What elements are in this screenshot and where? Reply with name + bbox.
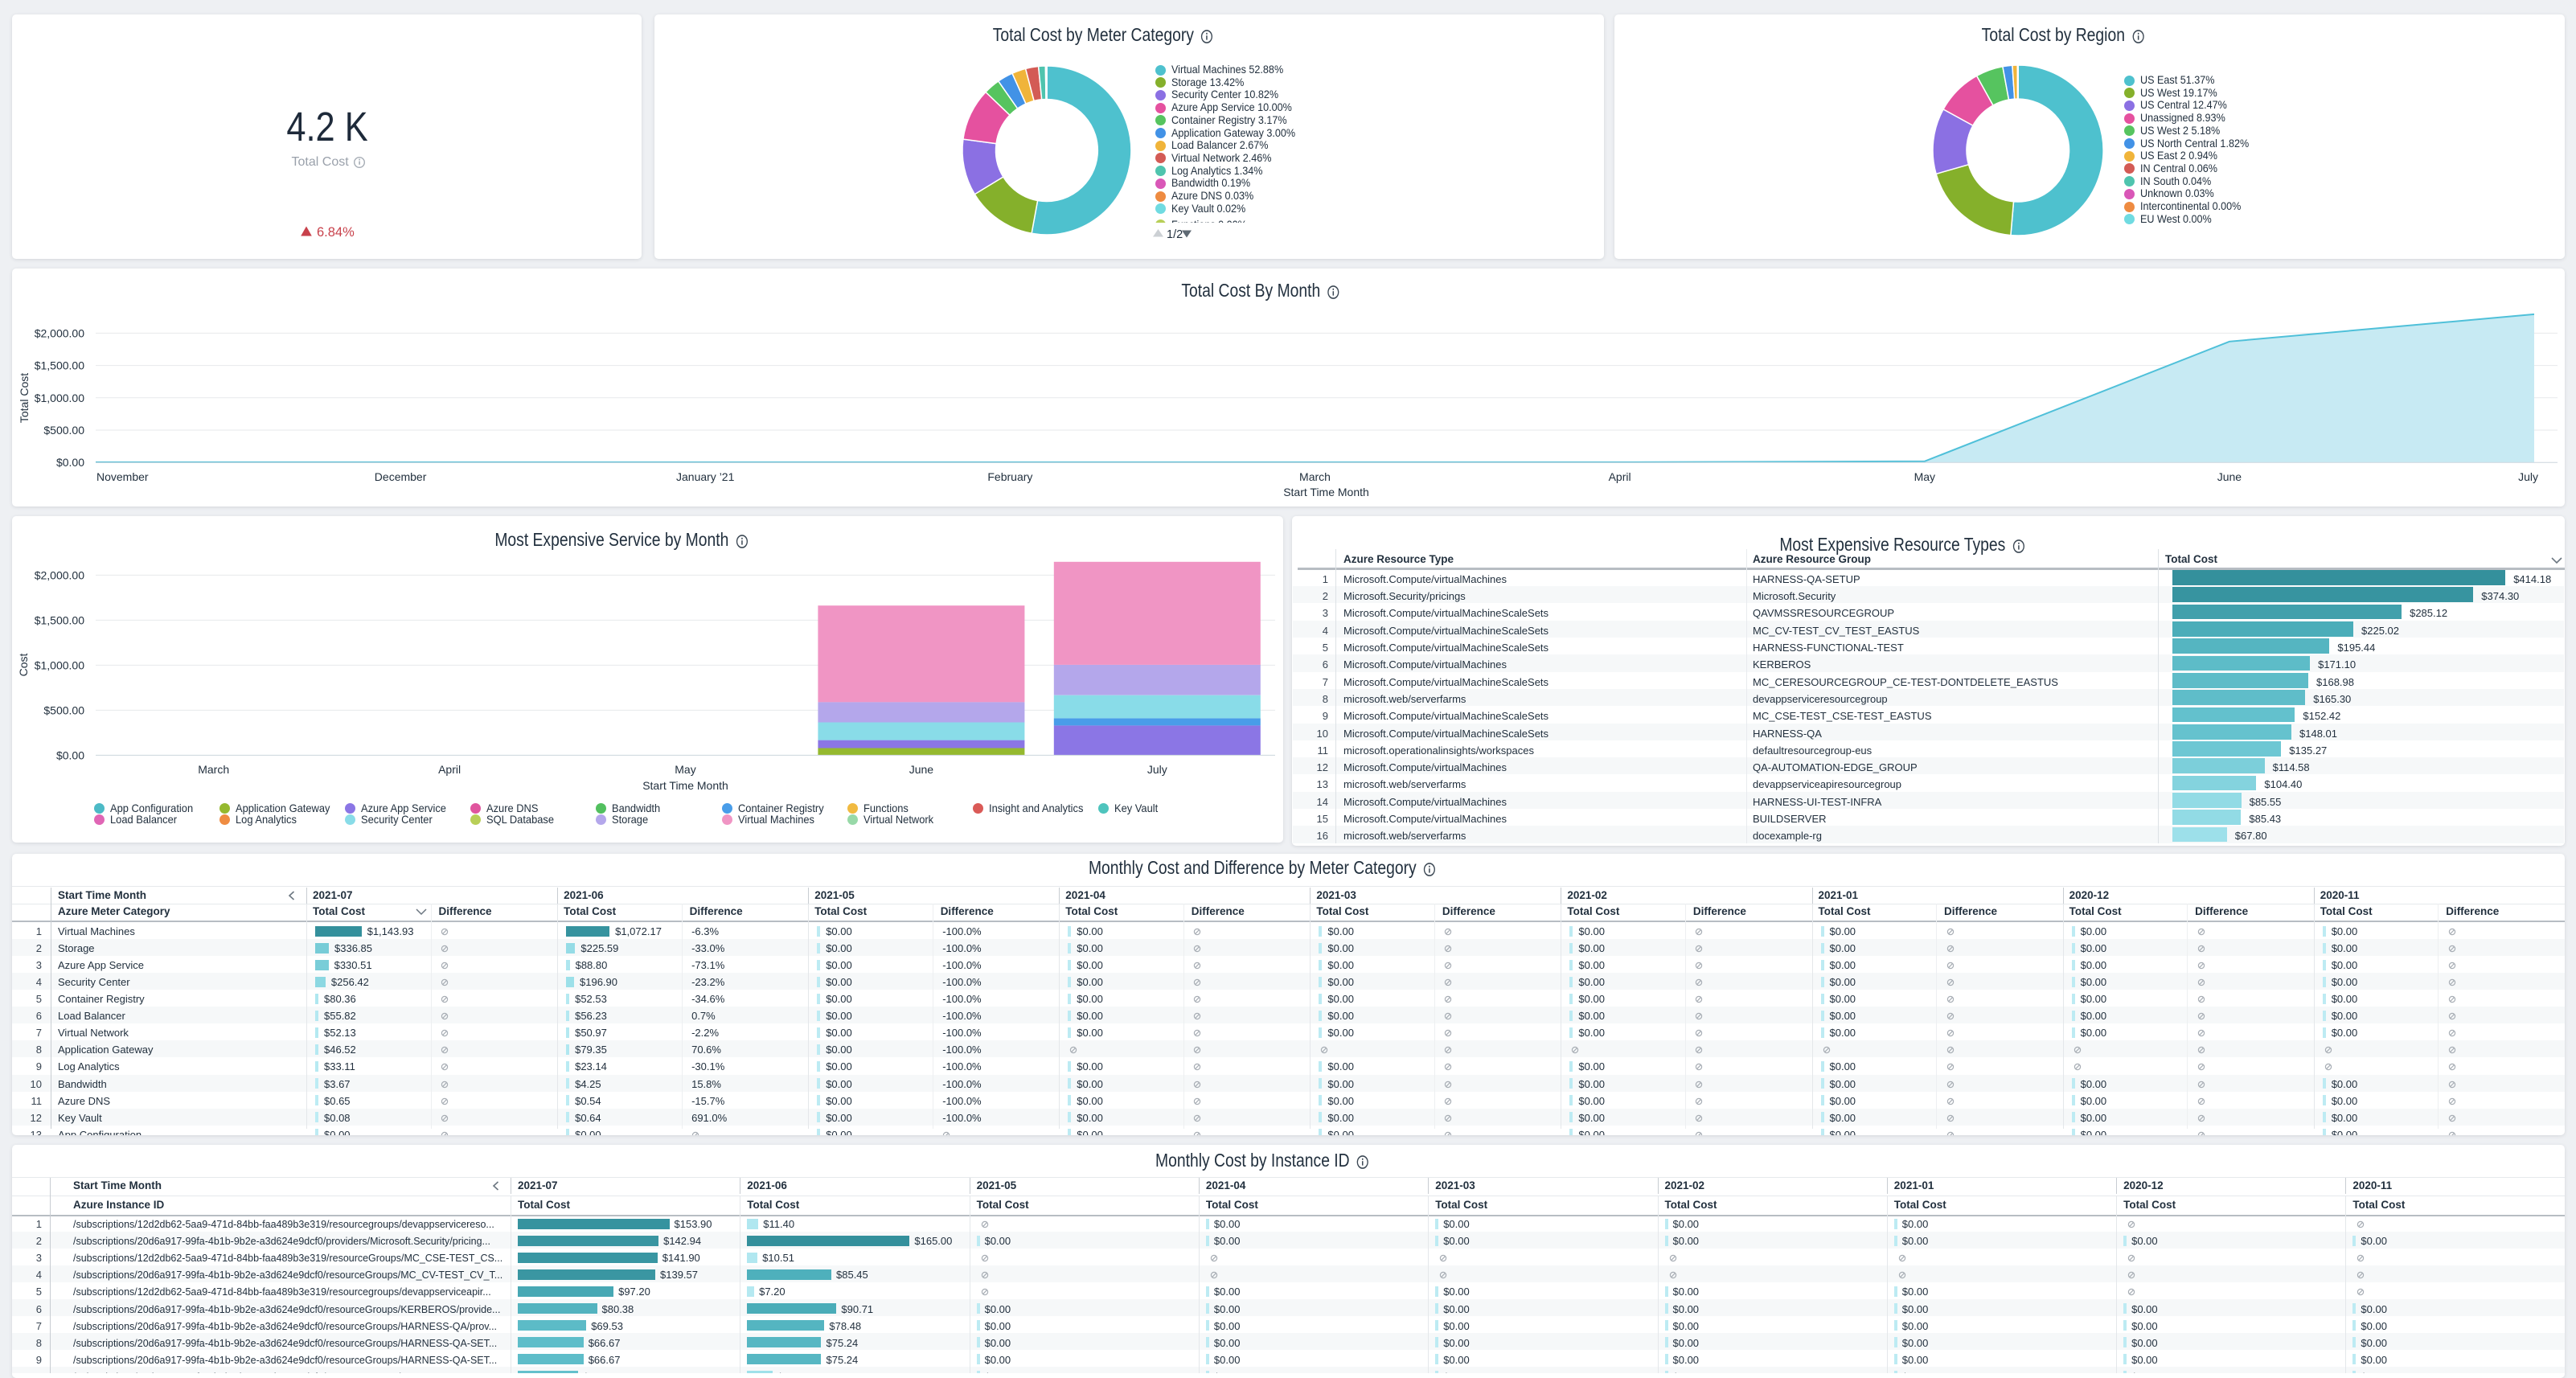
svg-text:Start Time Month: Start Time Month [1283,486,1369,498]
svg-text:November: November [96,470,149,483]
svg-text:$1,500.00: $1,500.00 [35,359,84,372]
svg-text:$0.00: $0.00 [56,456,84,469]
svg-text:Cost: Cost [17,654,30,677]
svg-text:$1,000.00: $1,000.00 [35,658,84,671]
svg-text:December: December [375,470,427,483]
svg-text:$2,000.00: $2,000.00 [35,568,84,581]
svg-text:June: June [2217,470,2242,483]
svg-text:$1,500.00: $1,500.00 [35,613,84,626]
svg-text:January ’21: January ’21 [676,470,735,483]
svg-text:Start Time Month: Start Time Month [642,779,728,792]
svg-text:Total Cost: Total Cost [18,373,31,423]
svg-text:1/2: 1/2 [1167,228,1183,240]
svg-text:$0.00: $0.00 [56,748,84,761]
svg-text:$2,000.00: $2,000.00 [35,326,84,339]
svg-text:July: July [1147,763,1167,776]
svg-text:March: March [198,763,229,776]
svg-text:May: May [1914,470,1935,483]
svg-text:$1,000.00: $1,000.00 [35,392,84,404]
svg-text:April: April [438,763,461,776]
svg-text:June: June [909,763,934,776]
svg-text:July: July [2518,470,2538,483]
svg-text:$500.00: $500.00 [43,424,84,437]
svg-text:$500.00: $500.00 [43,703,84,716]
svg-text:May: May [675,763,695,776]
svg-text:February: February [987,470,1032,483]
svg-text:April: April [1609,470,1631,483]
svg-text:March: March [1299,470,1331,483]
svg-text:6.84%: 6.84% [317,225,355,240]
